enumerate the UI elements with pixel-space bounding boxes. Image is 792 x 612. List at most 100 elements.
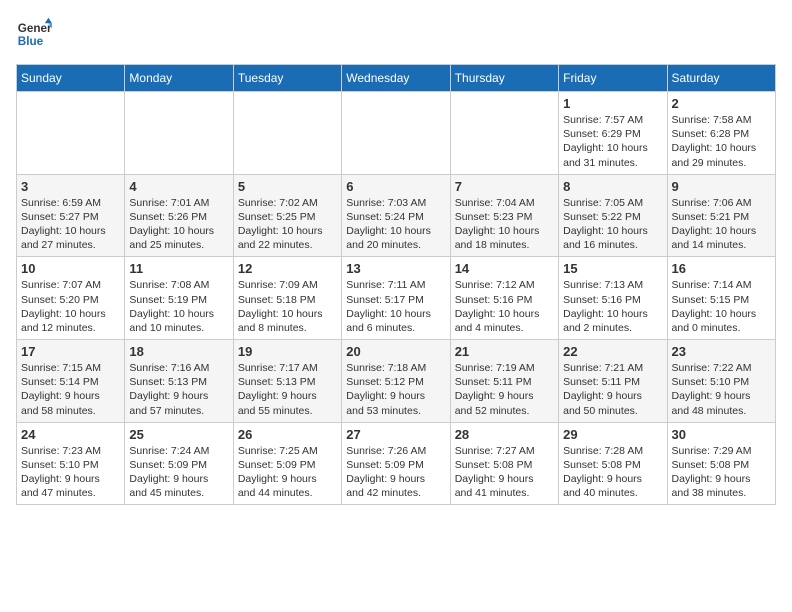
day-info: Sunrise: 7:28 AMSunset: 5:08 PMDaylight:… bbox=[563, 444, 662, 501]
calendar-cell bbox=[17, 92, 125, 175]
day-info: Sunrise: 7:17 AMSunset: 5:13 PMDaylight:… bbox=[238, 361, 337, 418]
day-info: Sunrise: 7:29 AMSunset: 5:08 PMDaylight:… bbox=[672, 444, 771, 501]
day-info: Sunrise: 7:11 AMSunset: 5:17 PMDaylight:… bbox=[346, 278, 445, 335]
calendar-cell: 1Sunrise: 7:57 AMSunset: 6:29 PMDaylight… bbox=[559, 92, 667, 175]
calendar-cell: 5 Sunrise: 7:02 AMSunset: 5:25 PMDaylight… bbox=[233, 174, 341, 257]
day-info: Sunrise: 7:18 AMSunset: 5:12 PMDaylight:… bbox=[346, 361, 445, 418]
calendar-cell: 10 Sunrise: 7:07 AMSunset: 5:20 PMDayligh… bbox=[17, 257, 125, 340]
calendar-week-3: 10 Sunrise: 7:07 AMSunset: 5:20 PMDayligh… bbox=[17, 257, 776, 340]
day-number: 14 bbox=[455, 261, 554, 276]
day-info: Sunrise: 6:59 AMSunset: 5:27 PMDaylight:… bbox=[21, 196, 120, 253]
day-number: 18 bbox=[129, 344, 228, 359]
calendar-cell: 3 Sunrise: 6:59 AMSunset: 5:27 PMDaylight… bbox=[17, 174, 125, 257]
day-number: 6 bbox=[346, 179, 445, 194]
day-info: Sunrise: 7:23 AMSunset: 5:10 PMDaylight:… bbox=[21, 444, 120, 501]
calendar-cell: 4Sunrise: 7:01 AMSunset: 5:26 PMDaylight… bbox=[125, 174, 233, 257]
day-number: 20 bbox=[346, 344, 445, 359]
logo: General Blue bbox=[16, 16, 52, 52]
day-info: Sunrise: 7:25 AMSunset: 5:09 PMDaylight:… bbox=[238, 444, 337, 501]
day-number: 19 bbox=[238, 344, 337, 359]
day-header-sunday: Sunday bbox=[17, 65, 125, 92]
calendar-cell: 29Sunrise: 7:28 AMSunset: 5:08 PMDayligh… bbox=[559, 422, 667, 505]
day-info: Sunrise: 7:12 AMSunset: 5:16 PMDaylight:… bbox=[455, 278, 554, 335]
day-info: Sunrise: 7:14 AMSunset: 5:15 PMDaylight:… bbox=[672, 278, 771, 335]
day-number: 26 bbox=[238, 427, 337, 442]
calendar-cell: 8Sunrise: 7:05 AMSunset: 5:22 PMDaylight… bbox=[559, 174, 667, 257]
calendar-cell: 21Sunrise: 7:19 AMSunset: 5:11 PMDayligh… bbox=[450, 340, 558, 423]
day-info: Sunrise: 7:09 AMSunset: 5:18 PMDaylight:… bbox=[238, 278, 337, 335]
day-number: 25 bbox=[129, 427, 228, 442]
day-info: Sunrise: 7:04 AMSunset: 5:23 PMDaylight:… bbox=[455, 196, 554, 253]
calendar-cell: 16Sunrise: 7:14 AMSunset: 5:15 PMDayligh… bbox=[667, 257, 775, 340]
day-number: 23 bbox=[672, 344, 771, 359]
day-header-wednesday: Wednesday bbox=[342, 65, 450, 92]
day-info: Sunrise: 7:58 AMSunset: 6:28 PMDaylight:… bbox=[672, 113, 771, 170]
day-header-thursday: Thursday bbox=[450, 65, 558, 92]
day-info: Sunrise: 7:07 AMSunset: 5:20 PMDaylight:… bbox=[21, 278, 120, 335]
calendar-cell: 2 Sunrise: 7:58 AMSunset: 6:28 PMDaylight… bbox=[667, 92, 775, 175]
svg-text:General: General bbox=[18, 22, 52, 35]
day-info: Sunrise: 7:08 AMSunset: 5:19 PMDaylight:… bbox=[129, 278, 228, 335]
calendar-cell bbox=[233, 92, 341, 175]
day-info: Sunrise: 7:16 AMSunset: 5:13 PMDaylight:… bbox=[129, 361, 228, 418]
day-info: Sunrise: 7:03 AMSunset: 5:24 PMDaylight:… bbox=[346, 196, 445, 253]
calendar-cell bbox=[342, 92, 450, 175]
day-number: 3 bbox=[21, 179, 120, 194]
day-number: 24 bbox=[21, 427, 120, 442]
calendar-cell: 30 Sunrise: 7:29 AMSunset: 5:08 PMDayligh… bbox=[667, 422, 775, 505]
calendar-body: 1Sunrise: 7:57 AMSunset: 6:29 PMDaylight… bbox=[17, 92, 776, 505]
calendar-cell: 27 Sunrise: 7:26 AMSunset: 5:09 PMDayligh… bbox=[342, 422, 450, 505]
day-number: 30 bbox=[672, 427, 771, 442]
day-info: Sunrise: 7:22 AMSunset: 5:10 PMDaylight:… bbox=[672, 361, 771, 418]
calendar-week-4: 17 Sunrise: 7:15 AMSunset: 5:14 PMDayligh… bbox=[17, 340, 776, 423]
day-header-saturday: Saturday bbox=[667, 65, 775, 92]
calendar-cell bbox=[450, 92, 558, 175]
day-info: Sunrise: 7:57 AMSunset: 6:29 PMDaylight:… bbox=[563, 113, 662, 170]
day-number: 22 bbox=[563, 344, 662, 359]
calendar-cell: 25 Sunrise: 7:24 AMSunset: 5:09 PMDayligh… bbox=[125, 422, 233, 505]
day-info: Sunrise: 7:27 AMSunset: 5:08 PMDaylight:… bbox=[455, 444, 554, 501]
calendar-week-5: 24 Sunrise: 7:23 AMSunset: 5:10 PMDayligh… bbox=[17, 422, 776, 505]
day-number: 17 bbox=[21, 344, 120, 359]
calendar-cell: 15 Sunrise: 7:13 AMSunset: 5:16 PMDayligh… bbox=[559, 257, 667, 340]
day-info: Sunrise: 7:26 AMSunset: 5:09 PMDaylight:… bbox=[346, 444, 445, 501]
day-number: 2 bbox=[672, 96, 771, 111]
day-info: Sunrise: 7:06 AMSunset: 5:21 PMDaylight:… bbox=[672, 196, 771, 253]
day-number: 10 bbox=[21, 261, 120, 276]
calendar-table: SundayMondayTuesdayWednesdayThursdayFrid… bbox=[16, 64, 776, 505]
day-number: 15 bbox=[563, 261, 662, 276]
day-number: 11 bbox=[129, 261, 228, 276]
calendar-header-row: SundayMondayTuesdayWednesdayThursdayFrid… bbox=[17, 65, 776, 92]
day-number: 21 bbox=[455, 344, 554, 359]
svg-text:Blue: Blue bbox=[18, 35, 44, 48]
day-number: 13 bbox=[346, 261, 445, 276]
calendar-cell: 18 Sunrise: 7:16 AMSunset: 5:13 PMDayligh… bbox=[125, 340, 233, 423]
calendar-cell: 23 Sunrise: 7:22 AMSunset: 5:10 PMDayligh… bbox=[667, 340, 775, 423]
day-number: 9 bbox=[672, 179, 771, 194]
calendar-cell: 9 Sunrise: 7:06 AMSunset: 5:21 PMDaylight… bbox=[667, 174, 775, 257]
calendar-cell: 20 Sunrise: 7:18 AMSunset: 5:12 PMDayligh… bbox=[342, 340, 450, 423]
calendar-cell: 14 Sunrise: 7:12 AMSunset: 5:16 PMDayligh… bbox=[450, 257, 558, 340]
day-info: Sunrise: 7:02 AMSunset: 5:25 PMDaylight:… bbox=[238, 196, 337, 253]
calendar-cell: 22 Sunrise: 7:21 AMSunset: 5:11 PMDayligh… bbox=[559, 340, 667, 423]
day-info: Sunrise: 7:01 AMSunset: 5:26 PMDaylight:… bbox=[129, 196, 228, 253]
calendar-cell bbox=[125, 92, 233, 175]
calendar-cell: 17 Sunrise: 7:15 AMSunset: 5:14 PMDayligh… bbox=[17, 340, 125, 423]
calendar-week-1: 1Sunrise: 7:57 AMSunset: 6:29 PMDaylight… bbox=[17, 92, 776, 175]
calendar-cell: 28 Sunrise: 7:27 AMSunset: 5:08 PMDayligh… bbox=[450, 422, 558, 505]
calendar-cell: 13 Sunrise: 7:11 AMSunset: 5:17 PMDayligh… bbox=[342, 257, 450, 340]
calendar-cell: 26 Sunrise: 7:25 AMSunset: 5:09 PMDayligh… bbox=[233, 422, 341, 505]
day-info: Sunrise: 7:21 AMSunset: 5:11 PMDaylight:… bbox=[563, 361, 662, 418]
day-header-tuesday: Tuesday bbox=[233, 65, 341, 92]
calendar-cell: 19 Sunrise: 7:17 AMSunset: 5:13 PMDayligh… bbox=[233, 340, 341, 423]
day-number: 8 bbox=[563, 179, 662, 194]
calendar-cell: 24 Sunrise: 7:23 AMSunset: 5:10 PMDayligh… bbox=[17, 422, 125, 505]
day-info: Sunrise: 7:24 AMSunset: 5:09 PMDaylight:… bbox=[129, 444, 228, 501]
day-number: 27 bbox=[346, 427, 445, 442]
day-info: Sunrise: 7:15 AMSunset: 5:14 PMDaylight:… bbox=[21, 361, 120, 418]
day-info: Sunrise: 7:13 AMSunset: 5:16 PMDaylight:… bbox=[563, 278, 662, 335]
day-number: 5 bbox=[238, 179, 337, 194]
calendar-cell: 12Sunrise: 7:09 AMSunset: 5:18 PMDayligh… bbox=[233, 257, 341, 340]
day-number: 28 bbox=[455, 427, 554, 442]
calendar-cell: 6 Sunrise: 7:03 AMSunset: 5:24 PMDaylight… bbox=[342, 174, 450, 257]
